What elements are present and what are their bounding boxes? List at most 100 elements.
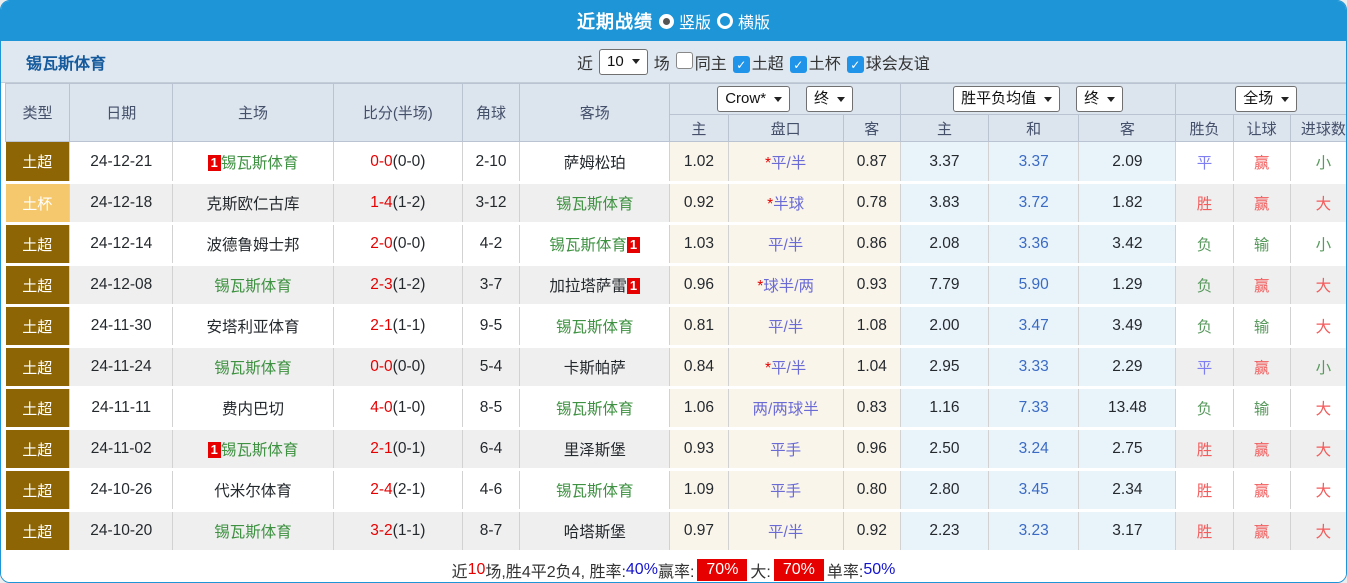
- sub-header-mean-away: 客: [1079, 115, 1176, 142]
- cell-mean-away: 13.48: [1079, 388, 1176, 429]
- cell-result-wdl: 负: [1176, 306, 1233, 347]
- odds-time-select[interactable]: 终: [806, 86, 853, 112]
- filter-checkbox-同主[interactable]: [676, 52, 693, 69]
- cell-home-team: 1锡瓦斯体育: [173, 429, 333, 470]
- summary-segment: 赢率:: [658, 558, 694, 582]
- summary-segment: 40%: [626, 561, 658, 579]
- match-row: 土超24-11-24锡瓦斯体育0-0(0-0)5-4卡斯帕萨0.84*平/半1.…: [6, 347, 1347, 388]
- cell-score: 4-0(1-0): [333, 388, 462, 429]
- results-table-wrap: 类型 日期 主场 比分(半场) 角球 客场 Crow* 终: [5, 83, 1346, 553]
- cell-result-wdl: 胜: [1176, 511, 1233, 552]
- filter-checkbox-label: 同主: [695, 56, 727, 73]
- cell-result-handicap: 输: [1233, 388, 1290, 429]
- cell-competition-type: 土超: [6, 511, 70, 552]
- cell-odds-home: 0.81: [670, 306, 728, 347]
- cell-corners: 3-12: [462, 183, 519, 224]
- cell-mean-draw: 7.33: [989, 388, 1079, 429]
- match-row: 土杯24-12-18克斯欧仁古库1-4(1-2)3-12锡瓦斯体育0.92*半球…: [6, 183, 1347, 224]
- cell-mean-away: 2.75: [1079, 429, 1176, 470]
- cell-odds-away: 0.96: [843, 429, 900, 470]
- cell-odds-home: 1.09: [670, 470, 728, 511]
- odds-source-select[interactable]: Crow*: [717, 86, 790, 112]
- cell-mean-away: 3.17: [1079, 511, 1176, 552]
- filter-checkbox-土杯[interactable]: [790, 56, 807, 73]
- cell-mean-home: 2.08: [900, 224, 988, 265]
- mean-group-header: 胜平负均值 终: [900, 84, 1176, 115]
- cell-handicap: *平/半: [728, 347, 843, 388]
- sub-header-handicap: 盘口: [728, 115, 843, 142]
- cell-mean-home: 2.50: [900, 429, 988, 470]
- sub-header-mean-home: 主: [900, 115, 988, 142]
- cell-home-team: 锡瓦斯体育: [173, 347, 333, 388]
- rank-badge: 1: [627, 278, 640, 294]
- cell-competition-type: 土杯: [6, 183, 70, 224]
- cell-odds-away: 0.83: [843, 388, 900, 429]
- cell-result-handicap: 赢: [1233, 470, 1290, 511]
- cell-mean-away: 2.34: [1079, 470, 1176, 511]
- cell-result-handicap: 赢: [1233, 429, 1290, 470]
- mean-time-select[interactable]: 终: [1076, 86, 1123, 112]
- cell-result-goals: 小: [1290, 224, 1347, 265]
- filter-checkbox-土超[interactable]: [733, 56, 750, 73]
- cell-result-wdl: 胜: [1176, 429, 1233, 470]
- cell-odds-away: 1.04: [843, 347, 900, 388]
- cell-odds-home: 0.96: [670, 265, 728, 306]
- team-label: 卡斯帕萨: [564, 360, 626, 377]
- cell-mean-home: 2.80: [900, 470, 988, 511]
- filter-checkbox-label: 球会友谊: [866, 56, 930, 73]
- sub-header-mean-draw: 和: [989, 115, 1079, 142]
- cell-odds-away: 0.92: [843, 511, 900, 552]
- cell-result-wdl: 胜: [1176, 183, 1233, 224]
- layout-option-vertical[interactable]: 竖版: [659, 9, 711, 33]
- recent-label: 近: [577, 50, 593, 74]
- layout-option-horizontal[interactable]: 横版: [717, 9, 770, 33]
- cell-home-team: 安塔利亚体育: [173, 306, 333, 347]
- mean-type-select[interactable]: 胜平负均值: [953, 86, 1060, 112]
- cell-odds-away: 0.87: [843, 142, 900, 183]
- full-match-select[interactable]: 全场: [1235, 86, 1297, 112]
- cell-result-handicap: 赢: [1233, 347, 1290, 388]
- cell-mean-away: 2.29: [1079, 347, 1176, 388]
- full-match-value: 全场: [1243, 89, 1273, 109]
- summary-segment: 10: [468, 561, 486, 579]
- result-group-header: 全场: [1176, 84, 1347, 115]
- cell-result-wdl: 负: [1176, 224, 1233, 265]
- filter-bar: 锡瓦斯体育 近 10 场 同主土超土杯球会友谊: [1, 41, 1346, 83]
- cell-mean-away: 3.49: [1079, 306, 1176, 347]
- cell-result-wdl: 平: [1176, 347, 1233, 388]
- cell-handicap: *半球: [728, 183, 843, 224]
- match-row: 土超24-10-20锡瓦斯体育3-2(1-1)8-7哈塔斯堡0.97平/半0.9…: [6, 511, 1347, 552]
- cell-result-handicap: 输: [1233, 306, 1290, 347]
- team-label: 安塔利亚体育: [207, 319, 300, 336]
- cell-odds-away: 0.93: [843, 265, 900, 306]
- filter-checkbox-球会友谊[interactable]: [847, 56, 864, 73]
- cell-corners: 8-7: [462, 511, 519, 552]
- cell-date: 24-11-02: [70, 429, 173, 470]
- cell-away-team: 锡瓦斯体育: [520, 470, 670, 511]
- cell-mean-draw: 3.23: [989, 511, 1079, 552]
- chevron-down-icon: [632, 59, 640, 64]
- filter-checkboxes: 同主土超土杯球会友谊: [670, 50, 930, 74]
- team-label: 锡瓦斯体育: [214, 360, 292, 377]
- mean-time-value: 终: [1084, 89, 1099, 109]
- radio-icon[interactable]: [659, 14, 674, 29]
- team-label: 哈塔斯堡: [564, 524, 626, 541]
- cell-competition-type: 土超: [6, 306, 70, 347]
- match-row: 土超24-10-26代米尔体育2-4(2-1)4-6锡瓦斯体育1.09平手0.8…: [6, 470, 1347, 511]
- cell-away-team: 里泽斯堡: [520, 429, 670, 470]
- col-header-date: 日期: [70, 84, 173, 142]
- cell-corners: 5-4: [462, 347, 519, 388]
- cell-odds-home: 1.06: [670, 388, 728, 429]
- chevron-down-icon: [1107, 97, 1115, 102]
- radio-icon[interactable]: [717, 13, 733, 29]
- cell-competition-type: 土超: [6, 388, 70, 429]
- matches-label: 场: [654, 50, 670, 74]
- cell-away-team: 萨姆松珀: [520, 142, 670, 183]
- cell-mean-home: 7.79: [900, 265, 988, 306]
- recent-count-select[interactable]: 10: [599, 49, 648, 75]
- cell-odds-away: 1.08: [843, 306, 900, 347]
- cell-odds-away: 0.80: [843, 470, 900, 511]
- match-row: 土超24-12-08锡瓦斯体育2-3(1-2)3-7加拉塔萨雷10.96*球半/…: [6, 265, 1347, 306]
- col-header-home: 主场: [173, 84, 333, 142]
- cell-result-wdl: 胜: [1176, 470, 1233, 511]
